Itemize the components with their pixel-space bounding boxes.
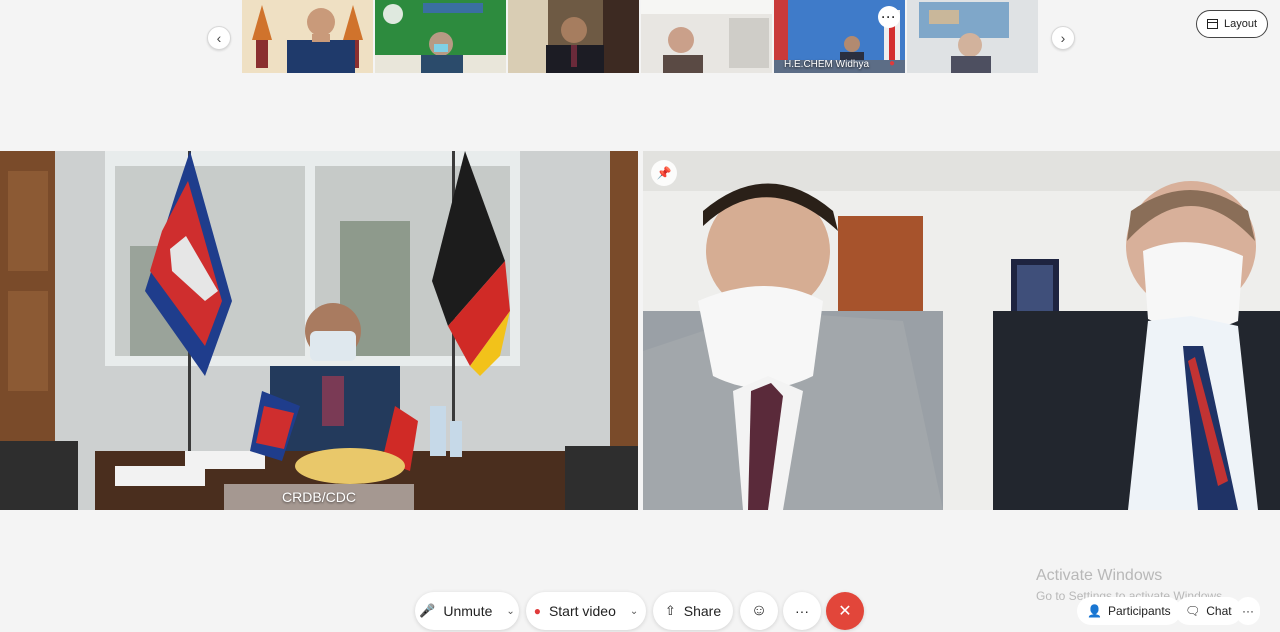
participant-thumbnail-5[interactable]: ··· H.E.CHEM Widhya ● — [774, 0, 905, 73]
panel-more-button[interactable]: ··· — [1236, 597, 1260, 625]
layout-label: Layout — [1223, 18, 1257, 30]
mic-muted-icon: ● — [888, 58, 895, 69]
participant-thumbnail-4[interactable] — [641, 0, 772, 73]
chevron-down-icon[interactable]: ⌄ — [506, 606, 514, 617]
person-icon: 👤 — [1087, 604, 1102, 618]
participant-video-main-right — [643, 151, 1280, 510]
filmstrip-prev-button[interactable]: ‹ — [207, 26, 231, 50]
participant-video-6 — [907, 0, 1038, 73]
close-icon: ✕ — [838, 603, 852, 620]
pin-icon: 📌 — [656, 166, 672, 180]
share-label: Share — [683, 603, 722, 619]
chevron-right-icon: › — [1060, 30, 1066, 46]
reactions-button[interactable]: ☺ — [740, 592, 778, 630]
more-icon: ··· — [1242, 604, 1254, 618]
participants-label: Participants — [1107, 604, 1171, 618]
participant-name-label: CRDB/CDC — [224, 484, 414, 510]
chat-button[interactable]: 🗨 Chat — [1175, 597, 1242, 625]
pin-button[interactable]: 📌 — [651, 160, 677, 186]
participant-video-main-left — [0, 151, 638, 510]
share-button[interactable]: ⇧ Share — [653, 592, 733, 630]
chat-label: Chat — [1206, 604, 1232, 618]
layout-icon — [1206, 19, 1218, 29]
unmute-button[interactable]: 🎤 Unmute ⌄ — [415, 592, 519, 630]
layout-button[interactable]: Layout — [1195, 10, 1268, 38]
video-off-icon: ● — [533, 604, 541, 618]
participant-video-1 — [242, 0, 373, 73]
participant-thumbnail-6[interactable] — [907, 0, 1038, 73]
video-tile-right[interactable]: 📌 — [643, 151, 1280, 510]
chevron-left-icon: ‹ — [216, 30, 222, 46]
participant-video-4 — [641, 0, 772, 73]
participant-name: H.E.CHEM Widhya — [784, 59, 870, 70]
smiley-icon: ☺ — [750, 602, 768, 619]
chevron-down-icon[interactable]: ⌄ — [630, 606, 638, 617]
leave-meeting-button[interactable]: ✕ — [826, 592, 864, 630]
watermark-title: Activate Windows — [1036, 567, 1163, 584]
start-video-label: Start video — [548, 603, 616, 619]
chat-icon: 🗨 — [1185, 604, 1201, 618]
share-icon: ⇧ — [664, 603, 676, 618]
participant-video-3 — [508, 0, 639, 73]
filmstrip-next-button[interactable]: › — [1051, 26, 1075, 50]
participant-more-button[interactable]: ··· — [878, 6, 900, 28]
participant-video-2 — [375, 0, 506, 73]
participant-thumbnail-2[interactable] — [375, 0, 506, 73]
participant-thumbnail-1[interactable] — [242, 0, 373, 73]
video-tile-crdb-cdc[interactable]: CRDB/CDC — [0, 151, 638, 510]
participant-thumbnail-3[interactable] — [508, 0, 639, 73]
more-options-button[interactable]: ··· — [783, 592, 821, 630]
start-video-button[interactable]: ● Start video ⌄ — [526, 592, 646, 630]
unmute-label: Unmute — [443, 603, 493, 619]
mic-off-icon: 🎤 — [419, 603, 436, 618]
more-icon: ··· — [795, 603, 809, 619]
participants-button[interactable]: 👤 Participants — [1077, 597, 1181, 625]
